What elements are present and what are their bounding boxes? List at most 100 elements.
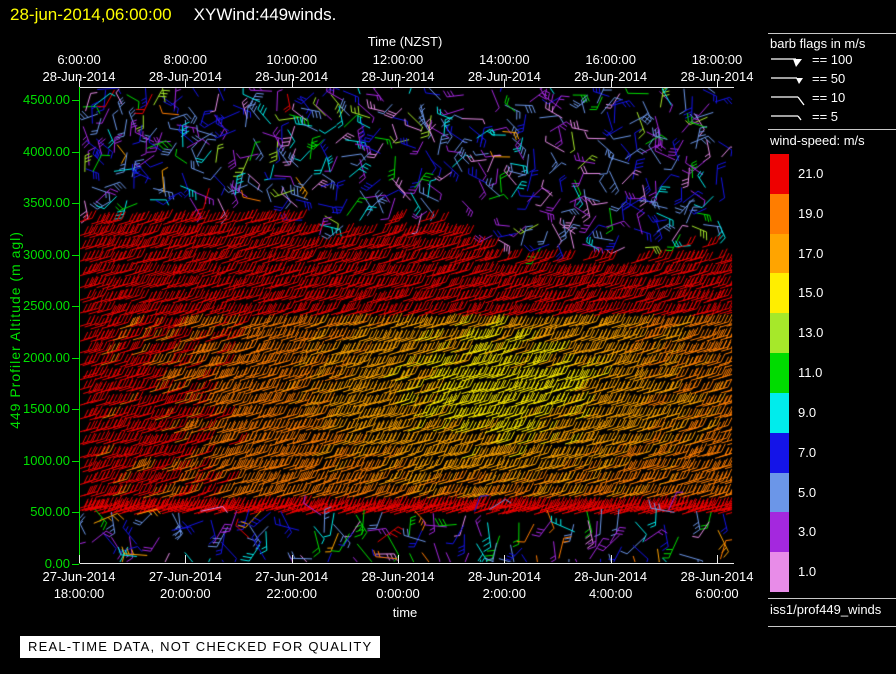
bottom-axis-date: 28-Jun-2014 <box>574 569 648 584</box>
pennant-small-icon <box>771 77 803 84</box>
altitude-tick-label: 4000.00 <box>23 143 70 159</box>
altitude-tick-label: 3500.00 <box>23 195 70 210</box>
top-axis-time: 12:00:00 <box>372 52 424 67</box>
bottom-axis-time: 0:00:00 <box>376 586 420 601</box>
bottom-axis-date: 27-Jun-2014 <box>42 569 116 584</box>
bottom-axis-time: 22:00:00 <box>266 586 317 601</box>
timestamp: 28-jun-2014,06:00:00 <box>10 5 172 24</box>
altitude-tick <box>72 409 79 410</box>
barb-legend-title: barb flags in m/s <box>770 36 866 51</box>
colorbar-label: 17.0 <box>798 245 824 261</box>
top-axis-time: 16:00:00 <box>585 52 636 67</box>
top-axis-label: 18:00:00 28-Jun-2014 <box>662 51 772 85</box>
bottom-axis-title: time <box>392 605 418 620</box>
barb-legend-label: == 10 <box>812 90 846 105</box>
top-axis-time: 14:00:00 <box>479 52 530 67</box>
colorbar-label: 13.0 <box>798 325 824 341</box>
colorbar-segment <box>770 552 789 592</box>
colorbar-title: wind-speed: m/s <box>770 133 865 148</box>
barb-legend-row: == 50 <box>770 69 845 88</box>
top-axis-time: 18:00:00 <box>691 52 743 67</box>
barb-legend-label: == 5 <box>812 109 839 124</box>
altitude-tick <box>72 461 79 462</box>
top-axis-label: 8:00:00 28-Jun-2014 <box>130 51 240 85</box>
altitude-tick <box>72 152 79 153</box>
top-axis-time: 8:00:00 <box>163 52 208 67</box>
top-axis-label: 12:00:00 28-Jun-2014 <box>343 51 453 85</box>
colorbar-label: 1.0 <box>798 564 817 580</box>
top-axis-time: 6:00:00 <box>57 52 101 67</box>
bottom-axis-date: 28-Jun-2014 <box>467 569 541 584</box>
bottom-axis-label: 28-Jun-2014 4:00:00 <box>556 568 666 602</box>
colorbar-segment <box>770 353 789 393</box>
altitude-tick-label: 500.00 <box>30 504 70 519</box>
bottom-axis-time: 18:00:00 <box>53 586 105 601</box>
header: 28-jun-2014,06:00:00 XYWind:449winds. <box>10 5 336 25</box>
bottom-axis-label: 27-Jun-2014 22:00:00 <box>237 568 347 602</box>
altitude-tick <box>72 306 79 307</box>
colorbar-label: 19.0 <box>798 205 824 221</box>
barb-legend-row: == 100 <box>770 50 853 69</box>
colorbar-segment <box>770 392 789 433</box>
page-title: XYWind:449winds. <box>193 5 337 24</box>
top-axis-label: 6:00:00 28-Jun-2014 <box>24 51 134 85</box>
colorbar-label: 3.0 <box>798 524 817 540</box>
bottom-axis-date: 28-Jun-2014 <box>680 569 754 584</box>
bottom-axis-time: 6:00:00 <box>695 586 739 601</box>
top-axis-line <box>79 87 734 88</box>
bottom-axis-tick <box>717 555 718 563</box>
top-axis-time: 10:00:00 <box>266 52 317 67</box>
colorbar-segment <box>770 273 789 314</box>
full-tick-icon <box>771 96 805 106</box>
half-tick-icon <box>771 115 802 121</box>
colorbar-label: 7.0 <box>798 444 817 460</box>
top-axis-date: 28-Jun-2014 <box>361 69 435 84</box>
top-axis-date: 28-Jun-2014 <box>148 69 222 84</box>
panel-divider-mid <box>768 129 896 130</box>
bottom-axis-time: 4:00:00 <box>588 586 633 601</box>
top-axis-label: 14:00:00 28-Jun-2014 <box>449 51 559 85</box>
colorbar-label: 5.0 <box>798 484 817 500</box>
barb-legend-label: == 100 <box>812 52 853 67</box>
barb-legend-row: == 10 <box>770 88 845 107</box>
bottom-axis-tick <box>79 555 80 563</box>
top-axis-date: 28-Jun-2014 <box>42 69 116 84</box>
colorbar-label: 15.0 <box>798 285 824 301</box>
bottom-axis-tick <box>292 555 293 563</box>
bottom-axis-tick <box>185 555 186 563</box>
quality-banner: REAL-TIME DATA, NOT CHECKED FOR QUALITY <box>20 636 381 658</box>
colorbar-label: 11.0 <box>798 365 823 381</box>
bottom-axis-time: 20:00:00 <box>160 586 211 601</box>
altitude-tick <box>72 203 79 204</box>
altitude-tick <box>72 100 79 101</box>
colorbar-segment <box>770 193 789 234</box>
colorbar-segment <box>770 472 789 513</box>
altitude-tick-label: 1000.00 <box>23 452 70 468</box>
bottom-axis-date: 27-Jun-2014 <box>148 569 222 584</box>
panel-divider-source-bottom <box>768 626 896 627</box>
bottom-axis-time: 2:00:00 <box>482 586 526 601</box>
bottom-axis-tick <box>611 555 612 563</box>
top-axis-title: Time (NZST) <box>367 34 443 49</box>
top-axis-date: 28-Jun-2014 <box>467 69 541 84</box>
panel-divider-top <box>768 33 896 34</box>
altitude-tick <box>72 512 79 513</box>
bottom-axis-label: 28-Jun-2014 0:00:00 <box>343 568 453 602</box>
altitude-tick-label: 4500.00 <box>23 92 70 107</box>
altitude-tick <box>72 564 79 565</box>
colorbar-segment <box>770 154 789 194</box>
bottom-axis-tick <box>504 555 505 563</box>
bottom-axis-line <box>79 563 734 564</box>
altitude-tick <box>72 358 79 359</box>
pennant-large-icon <box>771 58 802 67</box>
colorbar-segment <box>770 432 789 473</box>
bottom-axis-label: 28-Jun-2014 2:00:00 <box>449 568 559 602</box>
colorbar-label: 21.0 <box>798 166 824 181</box>
barb-legend-label: == 50 <box>812 71 846 86</box>
barb-legend-row: == 5 <box>770 107 838 126</box>
bottom-axis-date: 28-Jun-2014 <box>361 569 435 584</box>
bottom-axis-label: 27-Jun-2014 20:00:00 <box>130 568 240 602</box>
colorbar-segment <box>770 233 789 274</box>
bottom-axis-label: 27-Jun-2014 18:00:00 <box>24 568 134 602</box>
colorbar-segment <box>770 313 789 354</box>
